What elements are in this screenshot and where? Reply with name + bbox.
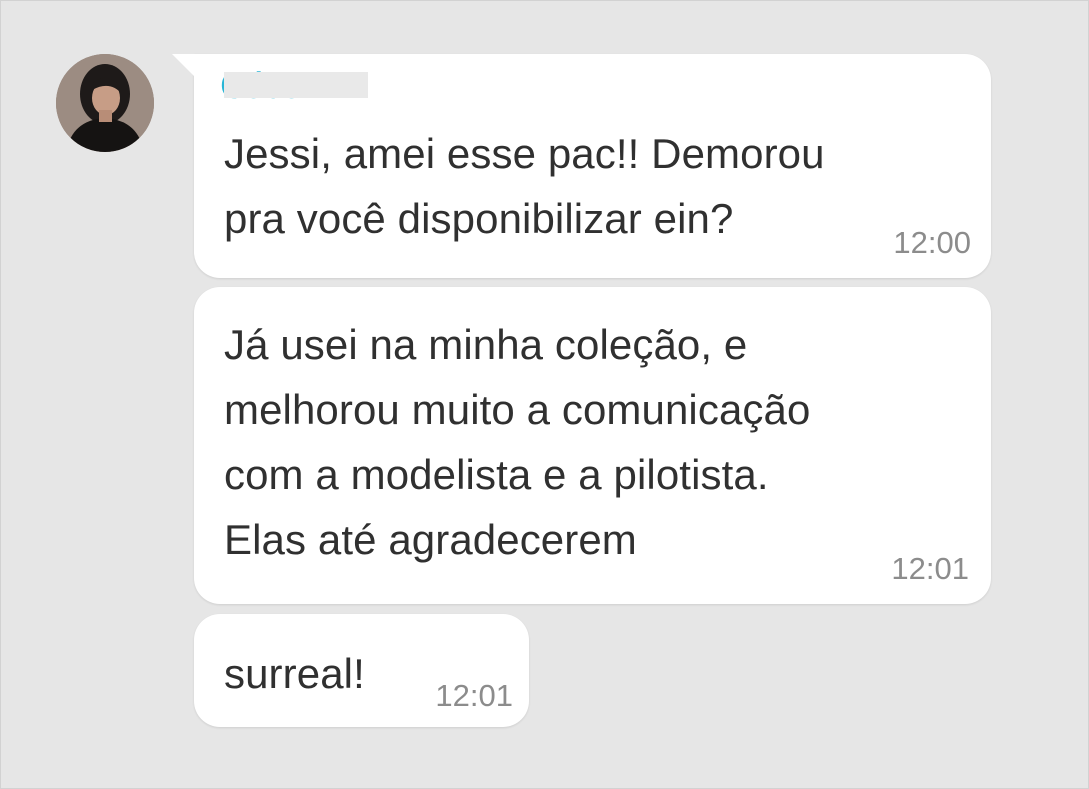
avatar-photo [56,54,154,152]
message-timestamp: 12:01 [435,678,513,713]
avatar[interactable] [56,54,154,152]
message-text: surreal! [224,650,365,697]
message-text: Jessi, amei esse pac!! Demorou pra você … [224,130,825,242]
message-timestamp: 12:00 [893,225,971,260]
bubble-tail [172,54,194,76]
redaction-block [224,72,368,98]
message-timestamp: 12:01 [891,551,969,586]
message-bubble[interactable]: Já usei na minha coleção, e melhorou mui… [194,287,991,604]
chat-window: Cátia Jessi, amei esse pac!! Demorou pra… [0,0,1089,789]
message-bubble[interactable]: surreal! 12:01 [194,614,529,727]
message-text: Já usei na minha coleção, e melhorou mui… [224,321,811,563]
message-bubble[interactable]: Cátia Jessi, amei esse pac!! Demorou pra… [172,54,991,278]
